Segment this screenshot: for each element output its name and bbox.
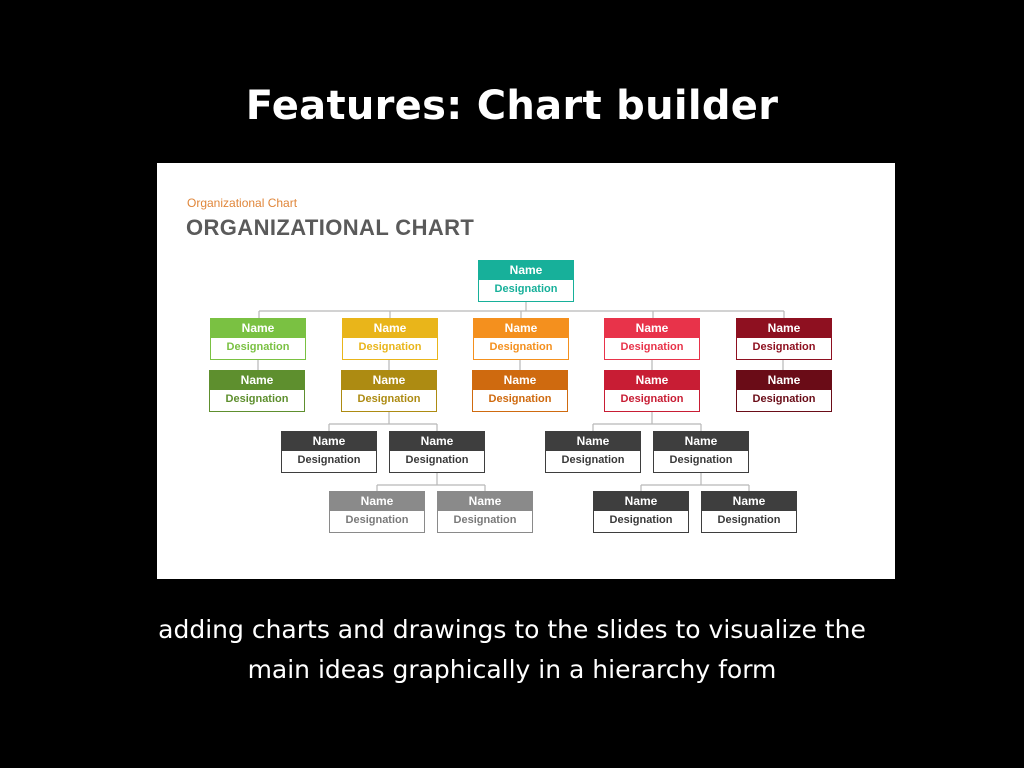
org-node-designation: Designation [701, 511, 797, 533]
org-node-gray-r2: Name Designation [653, 431, 749, 473]
org-node-name: Name [478, 260, 574, 280]
org-node-name: Name [604, 370, 700, 390]
org-node-orange-1: Name Designation [473, 318, 569, 360]
org-node-name: Name [653, 431, 749, 451]
org-node-name: Name [389, 431, 485, 451]
org-node-orange-2: Name Designation [472, 370, 568, 412]
org-node-green-1: Name Designation [210, 318, 306, 360]
org-node-gray-r1: Name Designation [545, 431, 641, 473]
org-node-name: Name [210, 318, 306, 338]
org-node-maroon-1: Name Designation [736, 318, 832, 360]
org-node-designation: Designation [472, 390, 568, 412]
org-node-designation: Designation [209, 390, 305, 412]
org-node-designation: Designation [210, 338, 306, 360]
org-node-name: Name [281, 431, 377, 451]
org-node-name: Name [342, 318, 438, 338]
org-node-designation: Designation [593, 511, 689, 533]
org-node-designation: Designation [389, 451, 485, 473]
org-node-name: Name [209, 370, 305, 390]
org-node-designation: Designation [604, 390, 700, 412]
org-node-name: Name [701, 491, 797, 511]
org-chart-panel: Organizational Chart ORGANIZATIONAL CHAR… [157, 163, 895, 579]
org-node-name: Name [736, 318, 832, 338]
org-node-designation: Designation [473, 338, 569, 360]
org-node-dark-r1: Name Designation [593, 491, 689, 533]
org-node-maroon-2: Name Designation [736, 370, 832, 412]
org-node-name: Name [437, 491, 533, 511]
org-node-gray-l1: Name Designation [281, 431, 377, 473]
org-node-name: Name [545, 431, 641, 451]
org-node-name: Name [473, 318, 569, 338]
org-node-designation: Designation [653, 451, 749, 473]
org-node-light-l2: Name Designation [437, 491, 533, 533]
org-node-name: Name [604, 318, 700, 338]
org-node-yellow-2: Name Designation [341, 370, 437, 412]
org-node-red-1: Name Designation [604, 318, 700, 360]
org-node-top: Name Designation [478, 260, 574, 302]
caption-line-2: main ideas graphically in a hierarchy fo… [247, 655, 777, 684]
slide-title: Features: Chart builder [245, 83, 779, 129]
org-node-designation: Designation [604, 338, 700, 360]
org-node-yellow-1: Name Designation [342, 318, 438, 360]
org-node-name: Name [341, 370, 437, 390]
org-node-designation: Designation [437, 511, 533, 533]
org-node-red-2: Name Designation [604, 370, 700, 412]
org-node-designation: Designation [736, 390, 832, 412]
org-node-designation: Designation [341, 390, 437, 412]
org-node-dark-r2: Name Designation [701, 491, 797, 533]
org-node-designation: Designation [281, 451, 377, 473]
org-node-light-l1: Name Designation [329, 491, 425, 533]
org-node-designation: Designation [545, 451, 641, 473]
org-node-name: Name [593, 491, 689, 511]
org-node-designation: Designation [329, 511, 425, 533]
org-node-designation: Designation [342, 338, 438, 360]
org-node-designation: Designation [736, 338, 832, 360]
org-node-gray-l2: Name Designation [389, 431, 485, 473]
org-node-designation: Designation [478, 280, 574, 302]
org-node-name: Name [329, 491, 425, 511]
org-node-green-2: Name Designation [209, 370, 305, 412]
caption-line-1: adding charts and drawings to the slides… [158, 615, 866, 644]
org-node-name: Name [736, 370, 832, 390]
org-node-name: Name [472, 370, 568, 390]
slide-caption: adding charts and drawings to the slides… [0, 610, 1024, 690]
